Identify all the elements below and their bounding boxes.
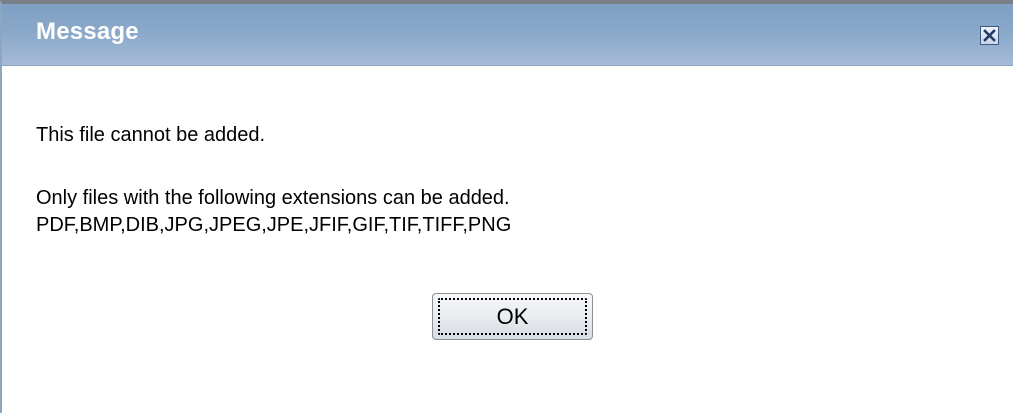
dialog-title-bar: Message [2,4,1013,66]
dialog-title: Message [36,18,139,45]
ok-button-label: OK [496,304,529,329]
close-button[interactable] [980,26,999,45]
extensions-info: Only files with the following extensions… [36,187,510,209]
error-message: This file cannot be added. [36,124,266,146]
ok-button[interactable]: OK [432,293,593,340]
message-dialog: Message This file cannot be added. Only … [0,0,1013,413]
allowed-extensions-list: PDF,BMP,DIB,JPG,JPEG,JPE,JFIF,GIF,TIF,TI… [36,214,512,236]
close-icon [983,29,996,42]
